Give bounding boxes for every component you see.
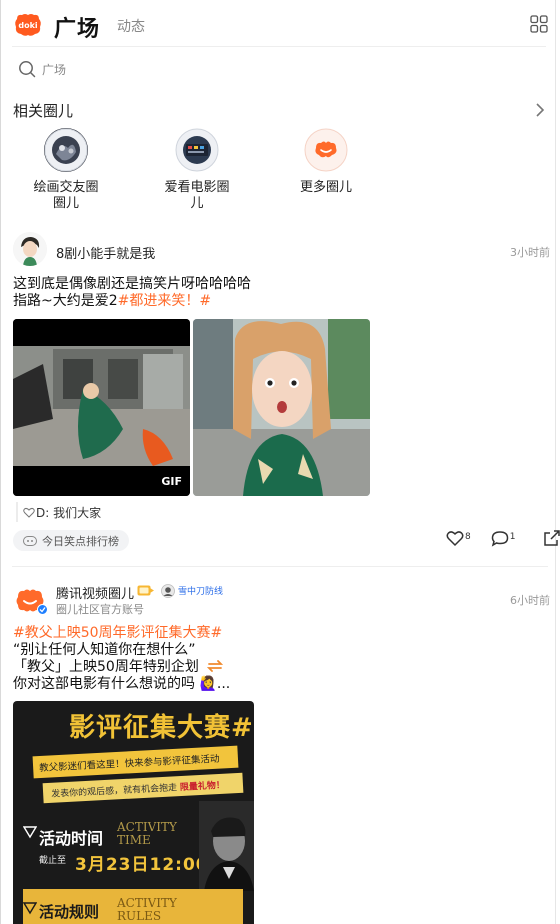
- related-circles-title: 相关圈儿: [13, 102, 74, 120]
- divider: [12, 566, 548, 567]
- chevron-right-icon[interactable]: [534, 102, 546, 118]
- post-text: 「教父」上映50周年特别企划: [13, 659, 199, 675]
- account-description: 圈儿社区官方账号: [56, 603, 144, 616]
- triangle-mark-icon: [23, 902, 37, 915]
- post-image[interactable]: [193, 319, 370, 496]
- post-text-line: 指路~大约是爱2#都进来笑！#: [13, 293, 211, 310]
- post-time: 6小时前: [510, 594, 550, 607]
- circle-avatar: [175, 128, 219, 172]
- level-badge-icon: [137, 585, 154, 596]
- poster-title: 影评征集大赛#: [69, 713, 254, 743]
- poster-highlight: 限量礼物！: [179, 780, 226, 794]
- grid-menu-icon[interactable]: [530, 15, 548, 33]
- post-text: 指路~大约是爱2: [13, 293, 118, 309]
- comment-icon: [491, 531, 508, 547]
- post-author[interactable]: 8剧小能手就是我: [56, 243, 155, 262]
- poster-activity-rules-en: ACTIVITY RULES: [117, 896, 177, 923]
- circle-label: 绘画交友圈圈儿: [33, 180, 99, 211]
- logo-text: doki: [18, 21, 38, 30]
- circle-label: 爱看电影圈儿: [164, 180, 230, 211]
- poster-portrait: [199, 801, 254, 891]
- post-text-line: 你对这部电影有什么想说的吗 🙋‍♀️...: [13, 676, 231, 692]
- poster-activity-time-en: ACTIVITY TIME: [117, 820, 177, 847]
- circle-item-movies[interactable]: 爱看电影圈儿: [152, 128, 242, 212]
- post-text-line: 「教父」上映50周年特别企划: [13, 659, 224, 676]
- circle-avatar: [304, 128, 348, 172]
- top-bar: doki 广场 动态: [0, 0, 560, 48]
- app-page: doki 广场 动态 广场 相关圈儿 绘画交友圈圈儿 爱看电影圈儿 更多圈儿 8…: [0, 0, 560, 924]
- like-button[interactable]: 8: [446, 530, 471, 547]
- search-icon: [19, 61, 36, 78]
- circle-item-drawing[interactable]: 绘画交友圈圈儿: [21, 128, 111, 212]
- poster-activity-rules: 活动规则: [39, 903, 100, 921]
- check-icon: [39, 607, 46, 613]
- poster-text: 发表你的观后感，就有机会抱走: [50, 783, 178, 800]
- comment-count: 1: [509, 532, 516, 542]
- window-edge: [555, 0, 556, 924]
- medal-avatar-icon: [161, 583, 175, 598]
- doki-mini-icon: [23, 535, 37, 546]
- post-image-gif[interactable]: GIF: [13, 319, 190, 496]
- circle-item-more[interactable]: 更多圈儿: [281, 128, 371, 196]
- poster-line: 教父影迷们看这里！快来参与影评征集活动: [32, 745, 239, 779]
- avatar[interactable]: [13, 232, 47, 266]
- triangle-mark-icon: [23, 826, 37, 839]
- liked-by[interactable]: D: 我们大家: [16, 502, 101, 522]
- comment-button[interactable]: 1: [491, 530, 516, 547]
- poster-deadline-label: 截止至: [39, 856, 67, 866]
- swap-arrow-icon: [207, 660, 224, 672]
- post-text-line: 这到底是偶像剧还是搞笑片呀哈哈哈哈: [13, 276, 251, 292]
- post-text-line: “别让任何人知道你在想什么”: [13, 642, 196, 658]
- hashtag-link[interactable]: #教父上映50周年影评征集大赛#: [13, 625, 222, 642]
- post-time: 3小时前: [510, 246, 550, 259]
- divider: [12, 46, 546, 47]
- post-image-poster[interactable]: 影评征集大赛# 教父影迷们看这里！快来参与影评征集活动 发表你的观后感，就有机会…: [13, 701, 254, 924]
- poster-line: 发表你的观后感，就有机会抱走 限量礼物！: [42, 772, 244, 804]
- circle-label: 更多圈儿: [299, 180, 352, 195]
- share-button[interactable]: [543, 530, 560, 547]
- doki-logo[interactable]: doki: [14, 13, 42, 37]
- ranking-tag[interactable]: 今日笑点排行榜: [13, 530, 129, 551]
- hashtag-link[interactable]: #都进来笑！#: [118, 293, 211, 309]
- like-count: 8: [465, 532, 471, 542]
- verified-badge: [37, 604, 48, 615]
- search-placeholder: 广场: [42, 62, 67, 77]
- ranking-tag-label: 今日笑点排行榜: [42, 534, 119, 548]
- poster-deadline-date: 3月23日12:00: [75, 855, 209, 875]
- tab-square[interactable]: 广场: [54, 11, 100, 43]
- poster-activity-time: 活动时间: [39, 829, 104, 848]
- tab-feed[interactable]: 动态: [117, 16, 145, 36]
- medal-text: 雪中刀防线: [178, 587, 224, 597]
- heart-outline-icon: [23, 507, 35, 518]
- search-bar[interactable]: 广场: [18, 58, 538, 80]
- hashtag-text[interactable]: #教父上映50周年影评征集大赛#: [13, 625, 222, 641]
- post-actions: 8 1: [446, 530, 560, 547]
- gif-badge: GIF: [161, 475, 182, 488]
- post-author[interactable]: 腾讯视频圈儿: [56, 583, 134, 602]
- heart-icon: [446, 531, 464, 547]
- window-edge: [0, 0, 1, 924]
- share-icon: [544, 530, 560, 546]
- circle-avatar: [44, 128, 88, 172]
- medal-badge[interactable]: 雪中刀防线: [161, 583, 223, 598]
- liked-by-text: D: 我们大家: [36, 505, 102, 520]
